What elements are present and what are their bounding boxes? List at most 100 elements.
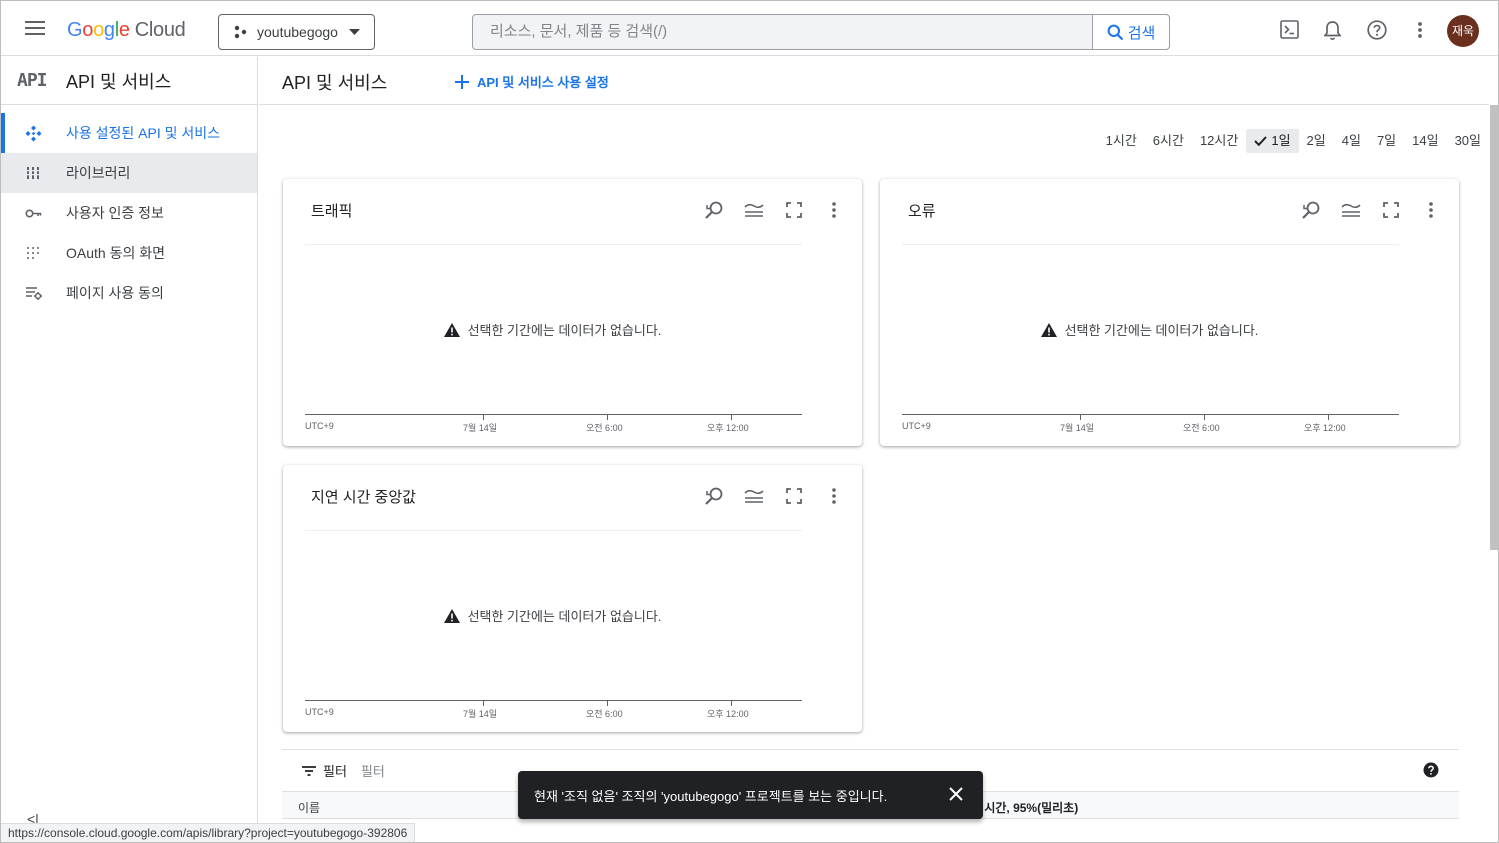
warning-icon bbox=[1040, 322, 1057, 337]
x-tick bbox=[1080, 414, 1081, 420]
time-range-option-selected[interactable]: 1일 bbox=[1246, 129, 1299, 153]
time-range-option[interactable]: 1시간 bbox=[1098, 129, 1145, 153]
more-vert-icon[interactable] bbox=[824, 486, 844, 506]
x-tick-label: 7월 14일 bbox=[463, 709, 498, 719]
sidebar-item-oauth-consent[interactable]: OAuth 동의 화면 bbox=[1, 233, 257, 273]
search-icon bbox=[1107, 24, 1124, 41]
time-range-option[interactable]: 14일 bbox=[1404, 129, 1446, 153]
x-tick-label: UTC+9 bbox=[305, 421, 334, 431]
time-range-option[interactable]: 4일 bbox=[1334, 129, 1369, 153]
filter-button[interactable]: 필터 bbox=[302, 761, 347, 780]
enable-apis-button[interactable]: API 및 서비스 사용 설정 bbox=[455, 72, 609, 91]
sidebar-item-credentials[interactable]: 사용자 인증 정보 bbox=[1, 193, 257, 233]
google-cloud-logo[interactable]: Google Cloud bbox=[67, 19, 186, 42]
sidebar-item-label: 사용 설정된 API 및 서비스 bbox=[66, 125, 221, 141]
sidebar-header: API API 및 서비스 bbox=[1, 57, 257, 105]
project-picker[interactable]: youtubegogo bbox=[218, 14, 375, 50]
zoom-reset-icon[interactable] bbox=[1301, 200, 1321, 220]
search-button[interactable]: 검색 bbox=[1092, 15, 1169, 49]
help-circle-icon[interactable] bbox=[1423, 762, 1439, 778]
warning-icon bbox=[443, 608, 460, 623]
chart-card-traffic: 트래픽 선택한 기간에는 데이터가 없습니다. UTC+9 7월 14일 오전 … bbox=[283, 179, 862, 446]
avatar[interactable]: 재욱 bbox=[1447, 15, 1479, 47]
dotted-grid-icon bbox=[25, 245, 41, 261]
sidebar-title: API 및 서비스 bbox=[66, 71, 172, 92]
project-icon bbox=[233, 25, 247, 39]
scrollbar[interactable] bbox=[1489, 105, 1498, 842]
menu-icon[interactable] bbox=[25, 21, 45, 35]
x-tick bbox=[731, 700, 732, 706]
filter-icon bbox=[302, 765, 316, 776]
x-tick-label: 7월 14일 bbox=[463, 423, 498, 433]
x-axis bbox=[305, 700, 802, 701]
api-logo-icon: API bbox=[17, 70, 48, 91]
plus-icon bbox=[455, 74, 469, 89]
no-data-message: 선택한 기간에는 데이터가 없습니다. bbox=[283, 320, 822, 339]
x-tick bbox=[607, 700, 608, 706]
x-tick bbox=[731, 414, 732, 420]
x-tick-label: UTC+9 bbox=[902, 421, 931, 431]
sidebar-item-label: 사용자 인증 정보 bbox=[66, 205, 164, 221]
chart-toolbar bbox=[1301, 200, 1441, 220]
divider bbox=[902, 244, 1399, 245]
fullscreen-icon[interactable] bbox=[1381, 200, 1401, 220]
search-input[interactable]: 리소스, 문서, 제품 등 검색(/) bbox=[473, 15, 1092, 49]
time-range-option[interactable]: 6시간 bbox=[1145, 129, 1192, 153]
sidebar-item-page-usage-consent[interactable]: 페이지 사용 동의 bbox=[1, 273, 257, 313]
divider bbox=[305, 530, 802, 531]
time-range-option[interactable]: 2일 bbox=[1299, 129, 1334, 153]
more-vert-icon[interactable] bbox=[1421, 200, 1441, 220]
api-diamond-icon bbox=[25, 125, 42, 142]
x-axis bbox=[305, 414, 802, 415]
no-data-message: 선택한 기간에는 데이터가 없습니다. bbox=[880, 320, 1419, 339]
x-tick-label: 오전 6:00 bbox=[586, 423, 623, 433]
sidebar-item-library[interactable]: 라이브러리 bbox=[1, 153, 257, 193]
chart-toolbar bbox=[704, 486, 844, 506]
search-bar: 리소스, 문서, 제품 등 검색(/) 검색 bbox=[472, 14, 1170, 50]
more-vert-icon[interactable] bbox=[824, 200, 844, 220]
project-name: youtubegogo bbox=[257, 24, 338, 40]
time-range-option[interactable]: 12시간 bbox=[1192, 129, 1246, 153]
x-tick-label: 오전 6:00 bbox=[586, 709, 623, 719]
fullscreen-icon[interactable] bbox=[784, 200, 804, 220]
chevron-down-icon bbox=[349, 29, 360, 35]
terminal-icon[interactable] bbox=[1280, 20, 1299, 39]
sidebar-item-label: 페이지 사용 동의 bbox=[66, 285, 164, 301]
chart-title: 트래픽 bbox=[311, 203, 353, 220]
sidebar-item-enabled-apis[interactable]: 사용 설정된 API 및 서비스 bbox=[1, 113, 257, 153]
x-tick-label: UTC+9 bbox=[305, 707, 334, 717]
legend-toggle-icon[interactable] bbox=[1341, 200, 1361, 220]
time-range-option[interactable]: 30일 bbox=[1447, 129, 1489, 153]
console-window: Google Cloud youtubegogo 리소스, 문서, 제품 등 검색… bbox=[0, 0, 1499, 843]
key-icon bbox=[25, 205, 42, 222]
main-content: API 및 서비스 API 및 서비스 사용 설정 1시간 6시간 12시간 1… bbox=[259, 57, 1489, 842]
chart-card-errors: 오류 선택한 기간에는 데이터가 없습니다. UTC+9 7월 14일 오전 6… bbox=[880, 179, 1459, 446]
no-data-text: 선택한 기간에는 데이터가 없습니다. bbox=[1064, 323, 1259, 338]
x-tick bbox=[1204, 414, 1205, 420]
zoom-reset-icon[interactable] bbox=[704, 486, 724, 506]
more-vert-icon[interactable] bbox=[1418, 22, 1422, 38]
legend-toggle-icon[interactable] bbox=[744, 200, 764, 220]
bell-icon[interactable] bbox=[1324, 21, 1341, 41]
scrollbar-thumb[interactable] bbox=[1490, 105, 1498, 550]
warning-icon bbox=[443, 322, 460, 337]
column-header-name[interactable]: 이름 bbox=[298, 799, 320, 816]
chart-toolbar bbox=[704, 200, 844, 220]
fullscreen-icon[interactable] bbox=[784, 486, 804, 506]
chart-title: 지연 시간 중앙값 bbox=[311, 489, 416, 506]
check-icon bbox=[1254, 136, 1268, 146]
zoom-reset-icon[interactable] bbox=[704, 200, 724, 220]
time-range-option[interactable]: 7일 bbox=[1369, 129, 1404, 153]
divider bbox=[305, 244, 802, 245]
status-url: https://console.cloud.google.com/apis/li… bbox=[1, 823, 416, 842]
help-icon[interactable] bbox=[1367, 20, 1387, 40]
x-tick bbox=[607, 414, 608, 420]
no-data-text: 선택한 기간에는 데이터가 없습니다. bbox=[467, 609, 662, 624]
time-range-selector: 1시간 6시간 12시간 1일 2일 4일 7일 14일 30일 bbox=[1098, 129, 1489, 153]
library-icon bbox=[25, 165, 41, 181]
legend-toggle-icon[interactable] bbox=[744, 486, 764, 506]
filter-input[interactable]: 필터 bbox=[361, 761, 385, 780]
column-header-latency[interactable]: ! 시간, 95%(밀리초) bbox=[977, 799, 1078, 816]
x-tick-label: 오전 6:00 bbox=[1183, 423, 1220, 433]
close-icon[interactable] bbox=[949, 787, 963, 801]
